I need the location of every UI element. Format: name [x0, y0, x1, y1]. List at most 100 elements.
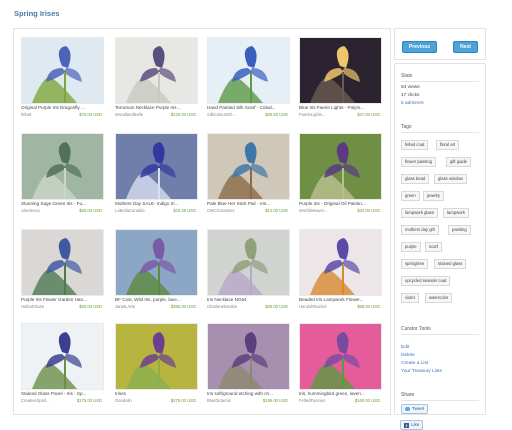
listing-price: $55.00 USD: [79, 303, 102, 309]
tag-pill[interactable]: mothers day gift: [401, 225, 439, 235]
tag-pill[interactable]: green: [401, 191, 420, 201]
listing-shop[interactable]: cdvelenco: [21, 208, 40, 213]
listing-shop[interactable]: FaerieLights...: [299, 112, 326, 117]
listing-thumbnail[interactable]: [115, 133, 198, 200]
tag-pill[interactable]: painting: [448, 225, 471, 235]
listing-card[interactable]: Purple Iris Flower Garden Han... HelbotGl…: [18, 225, 104, 317]
tag-pill[interactable]: upcycled sweater coat: [401, 276, 451, 286]
listing-title[interactable]: Irises: [115, 391, 198, 396]
listing-shop[interactable]: CreativeSpirit...: [21, 398, 50, 403]
previous-button[interactable]: Previous: [402, 41, 437, 53]
like-button[interactable]: f Like: [400, 420, 424, 430]
listing-title[interactable]: Hand Painted Silk Scarf - Cobal...: [207, 105, 290, 110]
listing-title[interactable]: Mothers Day SALE- Indigo Iri...: [115, 201, 198, 206]
listing-thumbnail[interactable]: [21, 37, 104, 104]
listing-card[interactable]: Terrarium Necklace Purple Iris ... Woodla…: [112, 33, 198, 125]
listing-card[interactable]: Pale Blue Her Stick Pair - Iris... CMCCre…: [204, 129, 290, 221]
tag-pill[interactable]: springtime: [401, 259, 429, 269]
listing-card[interactable]: Hand Painted Silk Scarf - Cobal... SilkCo…: [204, 33, 290, 125]
listing-thumbnail[interactable]: [207, 323, 290, 390]
listing-thumbnail[interactable]: [21, 229, 104, 296]
listing-shop[interactable]: JanetLArts: [115, 304, 135, 309]
listing-title[interactable]: Original Purple Iris Dragonfly ...: [21, 105, 104, 110]
listing-card[interactable]: Irises Gandolin $275.00 USD: [112, 319, 198, 411]
listing-thumbnail[interactable]: [115, 37, 198, 104]
listing-shop[interactable]: WorldWeaver...: [299, 208, 327, 213]
next-button[interactable]: Next: [453, 41, 478, 53]
listing-title[interactable]: Iris soft/ground etching with ch...: [207, 391, 290, 396]
edit-link[interactable]: Edit: [401, 345, 409, 350]
tag-pill[interactable]: glass window: [434, 174, 467, 184]
tag-pill[interactable]: flower painting: [401, 157, 437, 167]
listing-shop[interactable]: CharleneDeakin: [207, 304, 237, 309]
listing-thumbnail[interactable]: [299, 229, 382, 296]
listing-shop[interactable]: FeltedFancies: [299, 398, 325, 403]
share-heading: Share: [401, 392, 415, 398]
listing-title[interactable]: Iris Necklace NG64: [207, 297, 290, 302]
tag-pill[interactable]: gift guide: [446, 157, 471, 167]
listing-thumbnail[interactable]: [299, 37, 382, 104]
listing-thumbnail[interactable]: [115, 229, 198, 296]
listing-card[interactable]: BF Cost, Wild Iris, purple, lave... Janet…: [112, 225, 198, 317]
listing-shop[interactable]: feltart: [21, 112, 31, 117]
listing-card[interactable]: Mothers Day SALE- Indigo Iri... LaBellaCa…: [112, 129, 198, 221]
listing-title[interactable]: Stunning Sage Green Iris - Fu...: [21, 201, 104, 206]
listing-title[interactable]: Iris, hummingbird green, laven...: [299, 391, 382, 396]
listing-title[interactable]: Terrarium Necklace Purple Iris ...: [115, 105, 198, 110]
listing-card[interactable]: Iris soft/ground etching with ch... BlueD…: [204, 319, 290, 411]
treasury-lists-link[interactable]: Your Treasury Lists: [401, 369, 442, 374]
listing-thumbnail[interactable]: [207, 229, 290, 296]
listing-price: $75.00 USD: [79, 111, 102, 117]
listing-card[interactable]: Beaded Iris Lampwork Flower... HandshRach…: [296, 225, 382, 317]
tag-pill[interactable]: lampwork glass: [401, 208, 438, 218]
listing-title[interactable]: Pale Blue Her Stick Pair - Iris...: [207, 201, 290, 206]
listing-thumbnail[interactable]: [207, 37, 290, 104]
tag-pill[interactable]: lampwork: [443, 208, 469, 218]
listing-shop[interactable]: SilkColours/D...: [207, 112, 236, 117]
listing-thumbnail[interactable]: [299, 133, 382, 200]
listing-thumbnail[interactable]: [21, 133, 104, 200]
listing-price: $195.00 USD: [262, 397, 288, 403]
listing-shop[interactable]: Gandolin: [115, 398, 132, 403]
create-list-link[interactable]: Create a List: [401, 361, 428, 366]
treasury-grid: Original Purple Iris Dragonfly ... feltar…: [13, 28, 391, 415]
listing-price: $35.50 USD: [265, 111, 288, 117]
stat-admirers-link[interactable]: 5 admirers: [401, 101, 424, 106]
divider: [401, 400, 479, 401]
listing-title[interactable]: BF Cost, Wild Iris, purple, lave...: [115, 297, 198, 302]
listing-shop[interactable]: BlueDirtamin: [207, 398, 231, 403]
tag-pill[interactable]: glass bead: [401, 174, 430, 184]
listing-title[interactable]: Purple Iris - Original Oil Paintin...: [299, 201, 382, 206]
tag-pill[interactable]: violet: [401, 293, 419, 303]
tweet-button[interactable]: Tweet: [401, 404, 429, 414]
listing-shop[interactable]: LaBellaCandela: [115, 208, 145, 213]
listing-thumbnail[interactable]: [115, 323, 198, 390]
listing-shop[interactable]: WoodlandBelle: [115, 112, 143, 117]
listing-shop[interactable]: CMCCreations: [207, 208, 234, 213]
tag-pill[interactable]: jewelry: [423, 191, 445, 201]
tag-pill[interactable]: felted coat: [401, 140, 429, 150]
listing-title[interactable]: Beaded Iris Lampwork Flower...: [299, 297, 382, 302]
tag-pill[interactable]: watercolor: [425, 293, 453, 303]
delete-link[interactable]: Delete: [401, 353, 415, 358]
listing-thumbnail[interactable]: [207, 133, 290, 200]
listing-card[interactable]: Stained Glass Panel - Iris - Sp... Creati…: [18, 319, 104, 411]
twitter-bird-icon: [405, 407, 410, 411]
listing-title[interactable]: Blue Iris Faerie Lights - Polym...: [299, 105, 382, 110]
listing-card[interactable]: Iris, hummingbird green, laven... FeltedF…: [296, 319, 382, 411]
tag-pill[interactable]: scarf: [425, 242, 443, 252]
listing-card[interactable]: Purple Iris - Original Oil Paintin... Wor…: [296, 129, 382, 221]
listing-card[interactable]: Stunning Sage Green Iris - Fu... cdvelenc…: [18, 129, 104, 221]
listing-card[interactable]: Original Purple Iris Dragonfly ... feltar…: [18, 33, 104, 125]
listing-shop[interactable]: HelbotGlass: [21, 304, 44, 309]
listing-thumbnail[interactable]: [21, 323, 104, 390]
listing-title[interactable]: Stained Glass Panel - Iris - Sp...: [21, 391, 104, 396]
listing-card[interactable]: Iris Necklace NG64 CharleneDeakin $35.00 U…: [204, 225, 290, 317]
listing-thumbnail[interactable]: [299, 323, 382, 390]
tag-pill[interactable]: purple: [401, 242, 421, 252]
tag-pill[interactable]: floral art: [436, 140, 460, 150]
tag-pill[interactable]: stained glass: [434, 259, 467, 269]
listing-title[interactable]: Purple Iris Flower Garden Han...: [21, 297, 104, 302]
listing-card[interactable]: Blue Iris Faerie Lights - Polym... Faerie…: [296, 33, 382, 125]
listing-shop[interactable]: HandshRachel: [299, 304, 326, 309]
